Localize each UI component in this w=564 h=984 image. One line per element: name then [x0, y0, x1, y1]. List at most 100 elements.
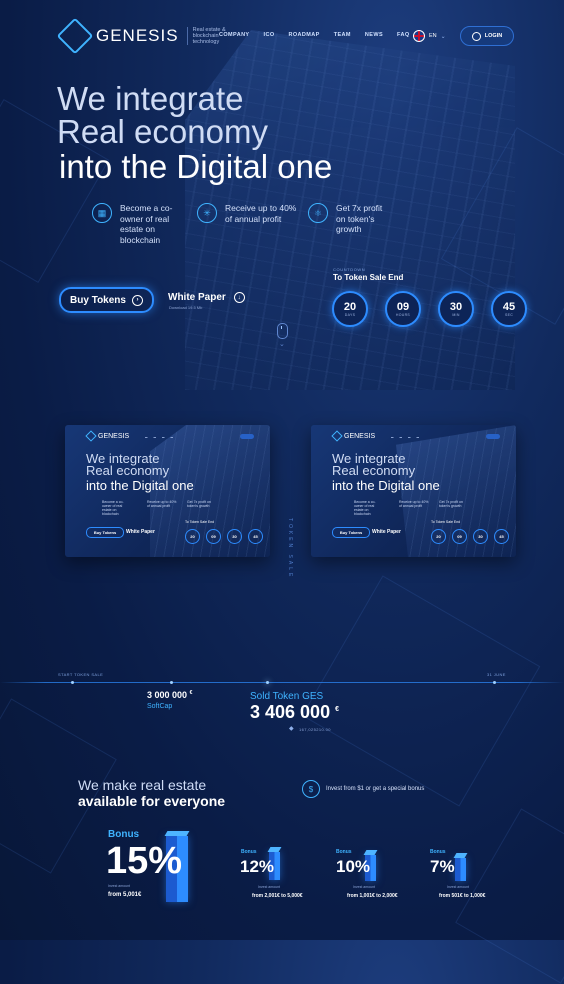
preview-logo: GENESIS: [331, 430, 376, 442]
scroll-mouse-icon[interactable]: [277, 323, 288, 339]
preview-line-2: Real economy: [332, 463, 416, 478]
countdown-minutes: 30 MIN: [438, 291, 474, 327]
uk-flag-icon: [413, 30, 425, 42]
progress-current-dot: [266, 681, 269, 684]
countdown-value: 09: [396, 301, 410, 313]
language-selector[interactable]: EN ⌄: [413, 30, 446, 42]
countdown-value: 20: [343, 301, 357, 313]
download-icon: ↓: [233, 292, 245, 303]
building-icon: ▦: [92, 203, 112, 223]
bonus-label: Bonus: [108, 829, 140, 840]
countdown-unit: MIN: [452, 313, 460, 317]
preview-feature: Receive up to 40% of annual profit: [147, 500, 177, 508]
hex-decor: [301, 575, 541, 807]
preview-nav: ▬ ▬ ▬ ▬: [145, 436, 173, 439]
countdown-hours: 09 HOURS: [385, 291, 421, 327]
bonus-label: Bonus: [241, 849, 257, 855]
language-code: EN: [429, 33, 437, 39]
hero-headline-light: We integrate Real economy: [57, 82, 268, 148]
progress-end-dot: [493, 681, 496, 684]
countdown-value: 45: [502, 301, 516, 313]
preview-line-2: Real economy: [86, 463, 170, 478]
buy-tokens-button[interactable]: Buy Tokens ›: [59, 287, 154, 313]
preview-timer-value: 20: [185, 529, 200, 544]
sold-token-amount: 3 406 000: [250, 702, 331, 722]
preview-timer-title: To Token Sale End: [431, 520, 461, 524]
feature-profit: ✳ Receive up to 40% of annual profit: [197, 203, 302, 224]
feature-coowner: ▦ Become a co-owner of real estate on bl…: [92, 203, 187, 245]
preview-brand: GENESIS: [98, 432, 130, 440]
preview-feature: Become a co-owner of real estate on bloc…: [354, 500, 376, 516]
bonus-percent: 12%: [240, 857, 275, 876]
feature-growth: ⚛ Get 7x profit on token's growth: [308, 203, 398, 235]
countdown-unit: HOURS: [395, 313, 411, 317]
genesis-logo-icon: [331, 430, 343, 442]
login-button[interactable]: LOGIN: [460, 26, 514, 46]
start-token-sale-label: START TOKEN SALE: [58, 672, 104, 677]
hero-line-1: We integrate: [57, 80, 244, 117]
sold-token-value: 3 406 000 €: [250, 702, 339, 723]
progress-softcap-dot: [170, 681, 173, 684]
bonus-percent: 15%: [106, 840, 183, 882]
countdown-label: COUNTDOWN: [333, 267, 366, 272]
preview-timer-value: 20: [431, 529, 446, 544]
countdown-timer: 20 DAYS 09 HOURS 30 MIN 45 SEC: [332, 291, 527, 327]
countdown-unit: SEC: [504, 313, 514, 317]
preview-timer-value: 09: [206, 529, 221, 544]
user-icon: [471, 31, 481, 41]
brand-logo[interactable]: GENESIS Real estate & blockchain technol…: [56, 17, 243, 55]
bonus-title-line-1: We make real estate: [78, 777, 207, 793]
network-icon: ✳: [197, 203, 217, 223]
preview-feature: Receive up to 40% of annual profit: [399, 500, 429, 508]
preview-feature: Get 7x profit on token's growth: [439, 500, 463, 508]
preview-buy-button: Buy Tokens: [332, 527, 370, 538]
hand-coin-icon: $: [302, 780, 320, 798]
preview-timer: 20 09 30 45: [185, 529, 263, 544]
chevron-down-icon: ⌄: [440, 33, 446, 40]
softcap-amount: 3 000 000: [147, 690, 188, 700]
countdown-title: To Token Sale End: [333, 273, 404, 282]
countdown-unit: DAYS: [344, 313, 356, 317]
nav-item-faq[interactable]: FAQ: [397, 32, 410, 38]
softcap-label: SoftCap: [147, 703, 173, 710]
sold-token-currency: €: [335, 706, 339, 713]
nav-item-ico[interactable]: ICO: [264, 32, 275, 38]
nav-item-news[interactable]: NEWS: [365, 32, 383, 38]
buy-tokens-label: Buy Tokens: [70, 294, 126, 306]
preview-logo: GENESIS: [85, 430, 130, 442]
bonus-label: Bonus: [336, 849, 352, 855]
countdown-seconds: 45 SEC: [491, 291, 527, 327]
bonus-label: Bonus: [430, 849, 446, 855]
progress-start-dot: [71, 681, 74, 684]
preview-timer-value: 45: [494, 529, 509, 544]
preview-timer-value: 45: [248, 529, 263, 544]
invest-amount-label: Invest amount: [258, 885, 280, 889]
nav-item-company[interactable]: COMPANY: [219, 32, 250, 38]
preview-card-left: GENESIS ▬ ▬ ▬ ▬ We integrate Real economy in…: [65, 425, 270, 557]
preview-line-3: into the Digital one: [332, 478, 440, 493]
preview-login: [486, 434, 500, 439]
preview-brand: GENESIS: [344, 432, 376, 440]
preview-feature: Become a co-owner of real estate on bloc…: [102, 500, 124, 516]
nav-item-roadmap[interactable]: ROADMAP: [289, 32, 320, 38]
white-paper-label: White Paper: [168, 292, 226, 304]
preview-login: [240, 434, 254, 439]
preview-buy-button: Buy Tokens: [86, 527, 124, 538]
invest-range: from 501€ to 1,000€: [439, 893, 486, 899]
feature-text: Receive up to 40% of annual profit: [225, 203, 297, 224]
login-label: LOGIN: [484, 33, 503, 39]
nav-item-team[interactable]: TEAM: [334, 32, 351, 38]
softcap-value: 3 000 000 €: [147, 690, 192, 700]
preview-timer: 20 09 30 45: [431, 529, 509, 544]
brand-name: GENESIS: [96, 26, 179, 45]
invest-range: from 1,001€ to 2,000€: [347, 893, 398, 899]
invest-range: from 5,001€: [108, 892, 142, 898]
preview-timer-value: 30: [227, 529, 242, 544]
invest-range: from 2,001€ to 5,000€: [252, 893, 303, 899]
preview-timer-title: To Token Sale End: [185, 520, 215, 524]
ethereum-icon: ◆: [289, 726, 294, 732]
eth-amount: 167,025210.00: [299, 727, 331, 732]
invest-text: Invest from $1 or get a special bonus: [326, 786, 425, 792]
genesis-logo-icon: [56, 17, 94, 55]
white-paper-link[interactable]: White Paper ↓: [168, 292, 245, 303]
